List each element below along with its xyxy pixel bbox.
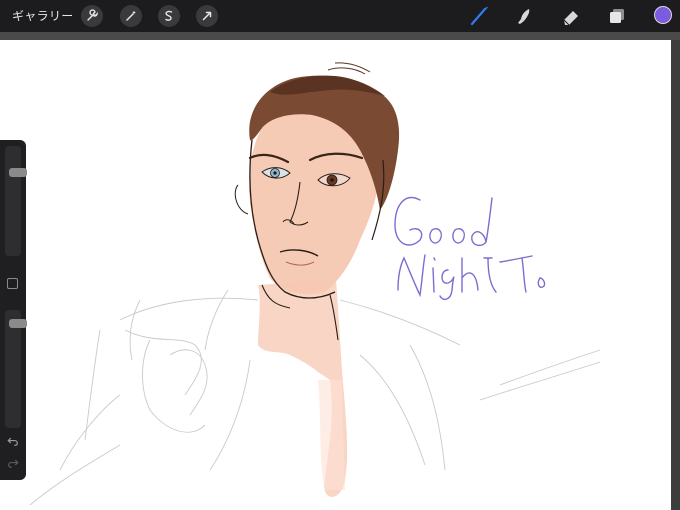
color-swatch[interactable] — [654, 6, 672, 24]
drawing-canvas[interactable] — [0, 40, 671, 510]
canvas-right-edge — [671, 40, 680, 510]
brush-size-slider[interactable] — [5, 146, 27, 256]
brush-icon[interactable] — [468, 5, 490, 27]
magic-wand-icon[interactable] — [120, 5, 142, 27]
handwritten-text-good-night — [394, 197, 546, 301]
modify-button[interactable] — [7, 278, 18, 289]
layers-icon[interactable] — [606, 5, 628, 27]
brush-size-thumb[interactable] — [9, 168, 27, 177]
selection-icon[interactable] — [158, 5, 180, 27]
smudge-icon[interactable] — [512, 5, 534, 27]
transform-icon[interactable] — [196, 5, 218, 27]
redo-icon[interactable] — [6, 456, 20, 470]
eraser-icon[interactable] — [560, 5, 582, 27]
gallery-button[interactable]: ギャラリー — [12, 7, 74, 24]
sidebar — [0, 140, 27, 480]
wrench-icon[interactable] — [81, 5, 103, 27]
top-toolbar: ギャラリー — [0, 0, 680, 32]
undo-icon[interactable] — [6, 434, 20, 448]
opacity-slider[interactable] — [5, 310, 27, 428]
opacity-thumb[interactable] — [9, 319, 27, 328]
artwork — [29, 62, 601, 506]
